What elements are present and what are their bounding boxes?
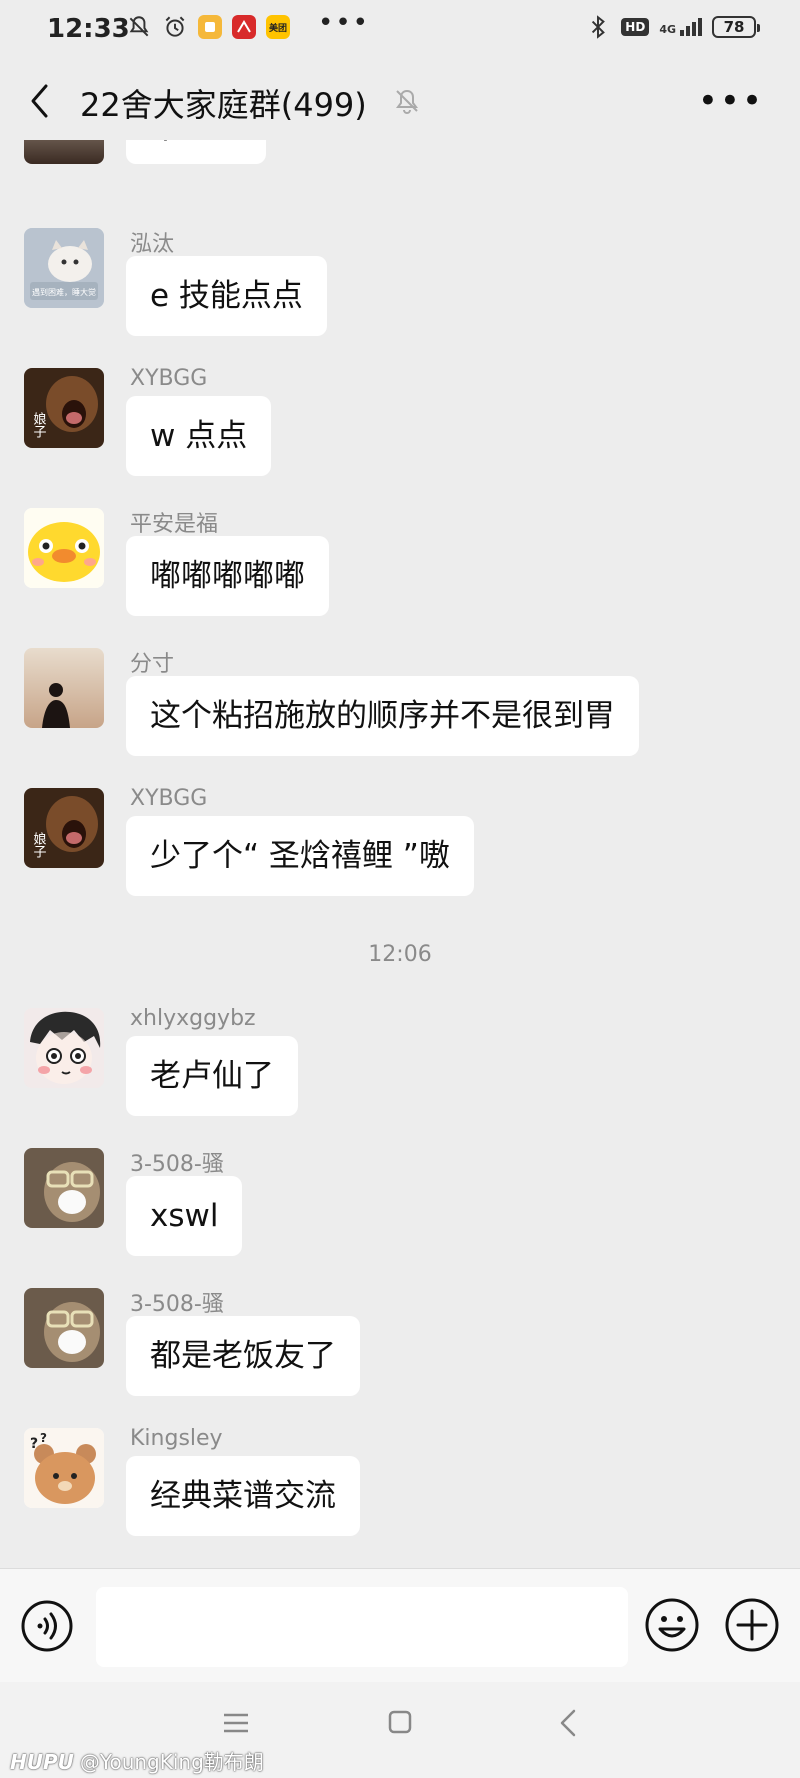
- avatar[interactable]: [24, 140, 104, 164]
- more-options-icon[interactable]: •••: [698, 84, 764, 118]
- avatar[interactable]: [24, 1148, 104, 1228]
- message-bubble[interactable]: w 点点: [126, 396, 272, 476]
- sender-name: 分寸: [130, 652, 175, 677]
- bell-muted-icon: [129, 16, 149, 37]
- avatar[interactable]: ? ?: [24, 1428, 104, 1508]
- sender-name: XYBGG: [130, 366, 208, 391]
- watermark-handle: @YoungKing勒布朗: [79, 1750, 264, 1774]
- avatar-caption: 遇到困难，睡大觉: [32, 287, 96, 297]
- message-bubble[interactable]: 老卢仙了: [126, 1036, 298, 1116]
- sender-name: 3-508-骚: [130, 1292, 224, 1317]
- anime-avatar-image: [24, 1008, 104, 1088]
- avatar[interactable]: [24, 1288, 104, 1368]
- masked-cat-avatar-image: [24, 1148, 104, 1228]
- bluetooth-icon: [592, 15, 606, 39]
- status-bar: 12:33 美团 ••• HD 4G 78: [0, 0, 800, 62]
- status-indicators: HD 4G 78: [585, 14, 760, 40]
- voice-input-icon[interactable]: [20, 1599, 74, 1653]
- back-arrow-icon[interactable]: [26, 82, 56, 120]
- signal-4g-icon: 4G: [659, 18, 702, 36]
- message-bubble[interactable]: 这个粘招施放的顺序并不是很到胃: [126, 676, 639, 756]
- chat-title: 22舍大家庭群(499): [80, 86, 367, 124]
- message-input-bar: [0, 1568, 800, 1682]
- add-attachment-icon[interactable]: [724, 1597, 780, 1653]
- watermark: HUPU @YoungKing勒布朗: [10, 1746, 264, 1775]
- silhouette-avatar-image: [24, 648, 104, 728]
- duck-avatar-image: [24, 508, 104, 588]
- avatar[interactable]: 娘子: [24, 788, 104, 868]
- message-bubble[interactable]: e 技能点点: [126, 256, 327, 336]
- avatar[interactable]: [24, 1008, 104, 1088]
- sender-name: 平安是福: [130, 512, 219, 537]
- battery-icon: 78: [712, 16, 760, 38]
- sender-name: 泓汰: [130, 232, 175, 257]
- mute-bell-icon: [396, 89, 418, 115]
- bear-avatar-image: ? ?: [24, 1428, 104, 1508]
- sender-name: 3-508-骚: [130, 1152, 224, 1177]
- avatar[interactable]: [24, 648, 104, 728]
- masked-cat-avatar-image: [24, 1288, 104, 1368]
- emoji-icon[interactable]: [644, 1597, 700, 1653]
- avatar-caption: 娘子: [31, 412, 47, 438]
- svg-text:?: ?: [30, 1436, 38, 1452]
- message-bubble[interactable]: 经典菜谱交流: [126, 1456, 360, 1536]
- recent-apps-icon[interactable]: [222, 1712, 250, 1734]
- message-bubble[interactable]: 嘟嘟嘟嘟嘟: [126, 536, 329, 616]
- alarm-clock-icon: [165, 16, 185, 37]
- chat-messages[interactable]: q 点点 遇到困难，睡大觉 泓汰 e 技能点点 娘子: [0, 140, 800, 1568]
- nav-back-icon[interactable]: [558, 1708, 578, 1738]
- message-bubble[interactable]: 少了个“ 圣焓禧鲤 ”嗷: [126, 816, 474, 896]
- sender-name: Kingsley: [130, 1426, 223, 1451]
- watermark-brand: HUPU: [10, 1750, 74, 1774]
- avatar[interactable]: [24, 508, 104, 588]
- study-app-icon: [232, 15, 256, 39]
- dog-avatar-image: 娘子: [24, 788, 104, 868]
- home-icon[interactable]: [388, 1710, 412, 1734]
- status-time: 12:33: [47, 14, 130, 44]
- meituan-app-icon: 美团: [266, 15, 290, 39]
- svg-text:?: ?: [40, 1431, 47, 1445]
- avatar-caption: 娘子: [31, 832, 47, 858]
- avatar[interactable]: 娘子: [24, 368, 104, 448]
- message-timestamp: 12:06: [368, 942, 432, 967]
- cat-avatar-image: 遇到困难，睡大觉: [24, 228, 104, 308]
- message-bubble[interactable]: 都是老饭友了: [126, 1316, 360, 1396]
- more-notifications-icon: •••: [318, 8, 371, 38]
- message-text-field[interactable]: [96, 1587, 628, 1667]
- message-bubble[interactable]: xswl: [126, 1176, 243, 1256]
- avatar[interactable]: 遇到困难，睡大觉: [24, 228, 104, 308]
- chat-header: 22舍大家庭群(499) •••: [0, 62, 800, 140]
- notes-app-icon: [198, 15, 222, 39]
- message-bubble[interactable]: q 点点: [126, 140, 266, 164]
- notification-icons: 美团: [126, 14, 290, 40]
- sender-name: XYBGG: [130, 786, 208, 811]
- hd-icon: HD: [621, 18, 650, 36]
- sender-name: xhlyxggybz: [130, 1006, 256, 1031]
- dog-avatar-image: 娘子: [24, 368, 104, 448]
